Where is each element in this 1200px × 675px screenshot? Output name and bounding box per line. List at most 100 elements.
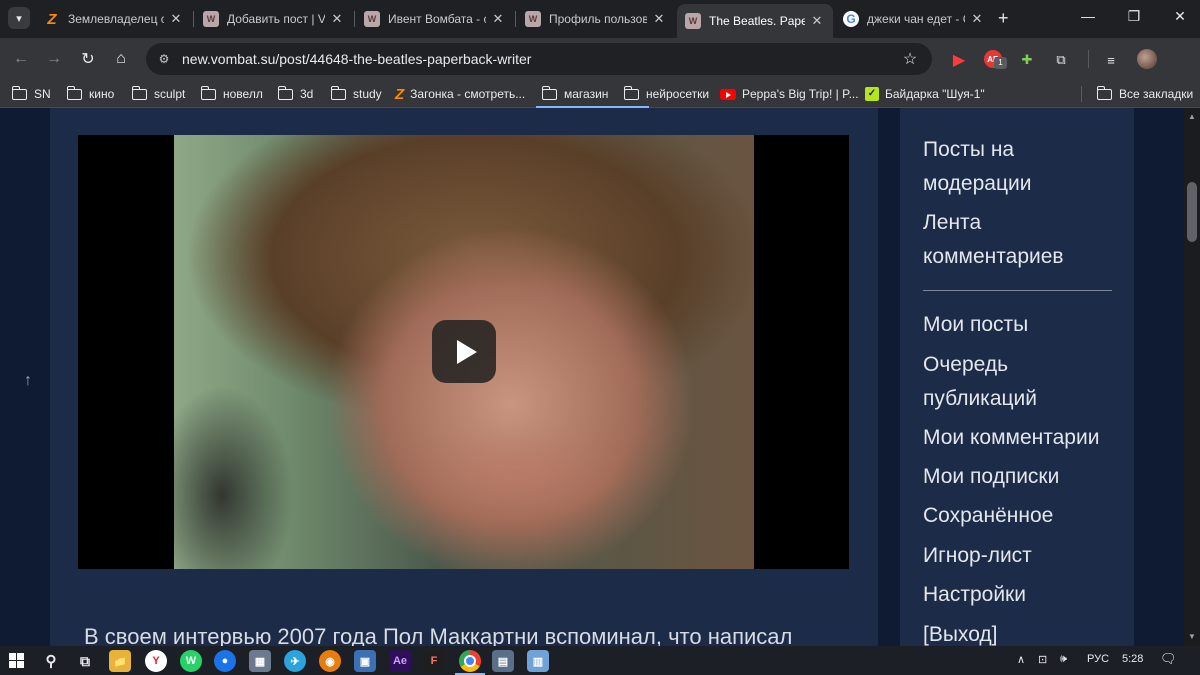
bookmark-kayak[interactable]: ✓ Байдарка "Шуя-1" (865, 86, 985, 102)
sidebar-item-logout[interactable]: [Выход] (923, 618, 1123, 646)
zagonka-icon: Z (395, 85, 405, 103)
file-explorer-icon[interactable]: 📁 (109, 650, 131, 672)
home-icon[interactable]: ⌂ (110, 48, 132, 70)
play-button[interactable] (432, 320, 496, 383)
clock[interactable]: 5:28 (1122, 653, 1143, 665)
notes-app-icon[interactable]: ▥ (527, 650, 549, 672)
minimize-icon[interactable]: — (1078, 8, 1098, 24)
browser-toolbar: ← → ↻ ⌂ ⚙ new.vombat.su/post/44648-the-b… (0, 38, 1200, 80)
scrollbar-thumb[interactable] (1187, 182, 1197, 242)
bookmark-label: sculpt (154, 87, 186, 101)
close-icon[interactable]: ✕ (969, 11, 985, 27)
bookmark-all-bookmarks[interactable]: Все закладки (1096, 85, 1193, 102)
bookmark-label: Байдарка "Шуя-1" (885, 87, 985, 101)
bookmark-folder-sculpt[interactable]: sculpt (131, 85, 186, 102)
bookmark-label: 3d (300, 87, 314, 101)
after-effects-icon[interactable]: Ae (389, 650, 411, 672)
close-icon[interactable]: ✕ (651, 11, 667, 27)
tab-title: Добавить пост | Vo (227, 12, 325, 26)
new-tab-button[interactable]: + (998, 8, 1009, 29)
bookmark-folder-3d[interactable]: 3d (277, 85, 314, 102)
tab-2[interactable]: W Добавить пост | Vo ✕ (195, 4, 353, 34)
scroll-to-top-icon[interactable]: ↑ (20, 372, 36, 390)
bookmark-label: Peppa's Big Trip! | P... (742, 87, 859, 101)
bookmark-peppa[interactable]: Peppa's Big Trip! | P... (720, 86, 859, 102)
close-window-icon[interactable]: ✕ (1170, 8, 1190, 25)
tab-title: Землевладелец сы (68, 12, 164, 26)
sidebar-item-my-subscriptions[interactable]: Мои подписки (923, 460, 1123, 494)
toolbar-separator (1088, 50, 1089, 68)
tab-search-button[interactable]: ▾ (8, 7, 30, 29)
sidebar-item-publish-queue[interactable]: Очередь публикаций (923, 348, 1123, 416)
forward-arrow-icon[interactable]: → (43, 48, 65, 70)
profile-avatar[interactable] (1137, 49, 1157, 69)
chrome-icon[interactable] (459, 650, 481, 672)
bookmark-folder-neirosetki[interactable]: нейросетки (623, 85, 710, 102)
sidebar-item-moderation-posts[interactable]: Посты на модерации (923, 133, 1123, 201)
sidebar-item-ignore-list[interactable]: Игнор-лист (923, 539, 1123, 573)
tray-chevron-icon[interactable]: ∧ (1017, 653, 1025, 666)
tab-1[interactable]: Z Землевладелец сы ✕ (36, 4, 192, 34)
volume-icon[interactable]: 🕪 (1060, 653, 1067, 666)
calculator-icon[interactable]: ▦ (249, 650, 271, 672)
reload-icon[interactable]: ↻ (77, 48, 99, 70)
app-box-icon[interactable]: ▣ (354, 650, 376, 672)
sidebar-menu: Посты на модерации Лента комментариев Мо… (900, 108, 1134, 646)
address-bar[interactable]: ⚙ new.vombat.su/post/44648-the-beatles-p… (146, 43, 932, 75)
sidebar-item-comments-feed[interactable]: Лента комментариев (923, 206, 1123, 274)
bookmark-folder-novell[interactable]: новелл (200, 85, 263, 102)
whatsapp-icon[interactable]: W (180, 650, 202, 672)
notifications-icon[interactable]: 🗨 (1160, 651, 1177, 667)
extensions-puzzle-icon[interactable]: ⧉ (1051, 50, 1071, 70)
bookmark-folder-sn[interactable]: SN (11, 85, 51, 102)
colorful-extension-icon[interactable]: ✚ (1017, 50, 1037, 70)
youtube-icon (720, 88, 736, 100)
app-circle-icon[interactable]: ● (214, 650, 236, 672)
figma-icon[interactable]: F (423, 650, 445, 672)
record-extension-icon[interactable]: ▶ (949, 50, 969, 70)
close-icon[interactable]: ✕ (490, 11, 506, 27)
page-scrollbar[interactable]: ▲ ▼ (1184, 108, 1200, 646)
task-view-icon[interactable]: ⧉ (74, 650, 96, 672)
sidebar-item-my-comments[interactable]: Мои комментарии (923, 421, 1123, 455)
tab-5-active[interactable]: W The Beatles. Paperb ✕ (677, 4, 833, 38)
back-arrow-icon[interactable]: ← (10, 48, 32, 70)
video-player[interactable] (78, 135, 849, 569)
close-icon[interactable]: ✕ (329, 11, 345, 27)
bookmark-label: кино (89, 87, 115, 101)
bookmark-label: нейросетки (646, 87, 710, 101)
app-window-icon[interactable]: ▤ (492, 650, 514, 672)
blender-icon[interactable]: ◉ (319, 650, 341, 672)
bookmark-folder-magazin[interactable]: магазин (541, 85, 608, 102)
tab-6[interactable]: G джеки чан едет - С ✕ (835, 4, 993, 34)
scroll-up-arrow-icon[interactable]: ▲ (1188, 112, 1196, 121)
scroll-down-arrow-icon[interactable]: ▼ (1188, 632, 1196, 641)
tab-separator (515, 11, 516, 27)
sidebar-item-settings[interactable]: Настройки (923, 578, 1123, 612)
media-queue-icon[interactable]: ≡ (1101, 50, 1121, 70)
tab-4[interactable]: W Профиль пользов ✕ (517, 4, 675, 34)
wombat-favicon-icon: W (364, 11, 380, 27)
bookmarks-separator (1081, 86, 1082, 102)
search-icon[interactable]: ⚲ (40, 650, 62, 672)
bookmark-star-icon[interactable]: ☆ (898, 49, 922, 69)
windows-start-icon[interactable] (9, 653, 24, 668)
url-text[interactable]: new.vombat.su/post/44648-the-beatles-pap… (182, 51, 898, 67)
sidebar-item-my-posts[interactable]: Мои посты (923, 308, 1123, 342)
tab-3[interactable]: W Ивент Вомбата - с ✕ (356, 4, 514, 34)
bookmark-zagonka[interactable]: Z Загонка - смотреть... (395, 85, 525, 103)
folder-icon (200, 85, 216, 100)
bookmark-folder-kino[interactable]: кино (66, 85, 115, 102)
bookmark-label: SN (34, 87, 51, 101)
close-icon[interactable]: ✕ (809, 13, 825, 29)
telegram-icon[interactable]: ✈ (284, 650, 306, 672)
sidebar-item-saved[interactable]: Сохранённое (923, 499, 1123, 533)
site-info-icon[interactable]: ⚙ (154, 52, 174, 66)
language-indicator[interactable]: РУС (1087, 653, 1109, 665)
bookmark-folder-study[interactable]: study (330, 85, 382, 102)
close-icon[interactable]: ✕ (168, 11, 184, 27)
maximize-icon[interactable]: ❐ (1124, 8, 1144, 25)
network-icon[interactable]: ⊡ (1038, 653, 1047, 666)
yandex-browser-icon[interactable]: Y (145, 650, 167, 672)
video-thumbnail-shadow (174, 385, 294, 569)
